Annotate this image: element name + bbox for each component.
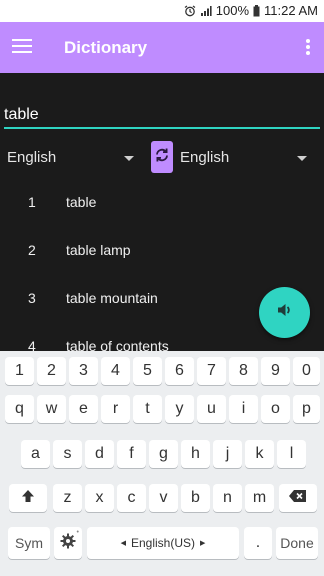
signal-icon bbox=[200, 5, 212, 17]
key-4[interactable]: 4 bbox=[101, 357, 130, 385]
key-t[interactable]: t bbox=[133, 395, 162, 423]
speak-button[interactable] bbox=[259, 287, 310, 338]
chevron-right-icon: ▶ bbox=[200, 540, 206, 547]
key-j[interactable]: j bbox=[213, 440, 242, 468]
battery-icon bbox=[253, 4, 260, 17]
target-language-select[interactable]: English bbox=[180, 147, 310, 171]
keyboard-settings-button[interactable]: • bbox=[54, 527, 82, 559]
gear-icon bbox=[60, 533, 76, 554]
on-screen-keyboard: 1 2 3 4 5 6 7 8 9 0 q w e r t y u i o p … bbox=[0, 351, 324, 576]
key-q[interactable]: q bbox=[5, 395, 34, 423]
key-h[interactable]: h bbox=[181, 440, 210, 468]
key-6[interactable]: 6 bbox=[165, 357, 194, 385]
key-2[interactable]: 2 bbox=[37, 357, 66, 385]
chevron-left-icon: ◀ bbox=[120, 540, 126, 547]
space-bar-language: English(US) bbox=[130, 536, 196, 550]
key-z[interactable]: z bbox=[53, 484, 82, 512]
result-item[interactable]: 2 table lamp bbox=[0, 226, 324, 274]
app-title: Dictionary bbox=[64, 38, 148, 57]
key-1[interactable]: 1 bbox=[5, 357, 34, 385]
source-language-select[interactable]: English bbox=[7, 147, 137, 171]
key-e[interactable]: e bbox=[69, 395, 98, 423]
done-button[interactable]: Done bbox=[276, 527, 318, 559]
key-k[interactable]: k bbox=[245, 440, 274, 468]
hamburger-menu-icon[interactable] bbox=[12, 39, 32, 55]
more-vert-icon[interactable] bbox=[306, 39, 310, 55]
key-r[interactable]: r bbox=[101, 395, 130, 423]
result-number: 1 bbox=[28, 194, 36, 210]
result-word: table mountain bbox=[66, 290, 158, 306]
key-8[interactable]: 8 bbox=[229, 357, 258, 385]
sym-button[interactable]: Sym bbox=[8, 527, 50, 559]
key-p[interactable]: p bbox=[293, 395, 320, 423]
key-3[interactable]: 3 bbox=[69, 357, 98, 385]
key-v[interactable]: v bbox=[149, 484, 178, 512]
status-bar: 100% 11:22 AM bbox=[0, 0, 324, 22]
swap-languages-button[interactable] bbox=[151, 141, 173, 173]
key-d[interactable]: d bbox=[85, 440, 114, 468]
key-b[interactable]: b bbox=[181, 484, 210, 512]
key-a[interactable]: a bbox=[21, 440, 50, 468]
dropdown-arrow-icon bbox=[124, 156, 134, 161]
key-n[interactable]: n bbox=[213, 484, 242, 512]
dropdown-arrow-icon bbox=[297, 156, 307, 161]
key-i[interactable]: i bbox=[229, 395, 258, 423]
key-o[interactable]: o bbox=[261, 395, 290, 423]
key-5[interactable]: 5 bbox=[133, 357, 162, 385]
speaker-icon bbox=[276, 301, 294, 324]
key-7[interactable]: 7 bbox=[197, 357, 226, 385]
backspace-icon bbox=[288, 489, 308, 508]
swap-refresh-icon bbox=[154, 147, 170, 168]
key-9[interactable]: 9 bbox=[261, 357, 290, 385]
status-icons: 100% 11:22 AM bbox=[184, 3, 318, 18]
search-input[interactable] bbox=[4, 103, 320, 127]
key-l[interactable]: l bbox=[277, 440, 306, 468]
key-x[interactable]: x bbox=[85, 484, 114, 512]
key-w[interactable]: w bbox=[37, 395, 66, 423]
key-u[interactable]: u bbox=[197, 395, 226, 423]
shift-arrow-icon bbox=[20, 488, 36, 509]
result-word: table bbox=[66, 194, 97, 210]
source-language-label: English bbox=[7, 149, 57, 166]
key-s[interactable]: s bbox=[53, 440, 82, 468]
key-0[interactable]: 0 bbox=[293, 357, 320, 385]
backspace-button[interactable] bbox=[279, 484, 317, 512]
alarm-icon bbox=[184, 5, 196, 17]
clock-time: 11:22 AM bbox=[264, 3, 318, 18]
result-word: table lamp bbox=[66, 242, 131, 258]
key-c[interactable]: c bbox=[117, 484, 146, 512]
key-g[interactable]: g bbox=[149, 440, 178, 468]
search-underline bbox=[4, 127, 320, 129]
period-key[interactable]: . bbox=[244, 527, 272, 559]
shift-button[interactable] bbox=[9, 484, 47, 512]
space-bar[interactable]: ◀ English(US) ▶ bbox=[87, 527, 239, 559]
key-f[interactable]: f bbox=[117, 440, 146, 468]
key-m[interactable]: m bbox=[245, 484, 274, 512]
battery-percent: 100% bbox=[215, 3, 250, 18]
target-language-label: English bbox=[180, 149, 230, 166]
result-item[interactable]: 1 table bbox=[0, 178, 324, 226]
result-number: 3 bbox=[28, 290, 36, 306]
key-y[interactable]: y bbox=[165, 395, 194, 423]
app-bar: Dictionary bbox=[0, 22, 324, 73]
result-number: 2 bbox=[28, 242, 36, 258]
superscript-dot: • bbox=[76, 529, 79, 536]
